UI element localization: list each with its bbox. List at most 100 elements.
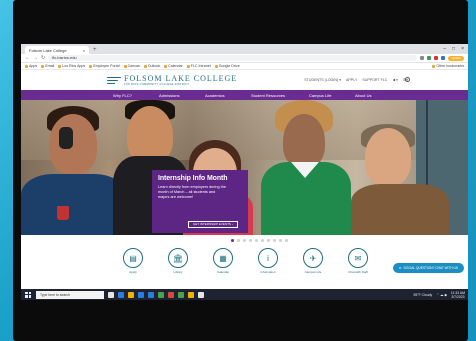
file-explorer-icon[interactable] — [128, 291, 134, 298]
support-link[interactable]: SUPPORT FLC — [362, 78, 387, 82]
student-photo — [21, 174, 126, 235]
carousel-dot[interactable] — [273, 238, 276, 242]
bookmark-icon — [143, 64, 147, 68]
taskbar-search-input[interactable]: Type here to search — [36, 290, 104, 299]
edge-icon[interactable] — [118, 291, 124, 298]
carousel-dot[interactable] — [267, 238, 270, 242]
bookmark-item[interactable]: Outlook — [143, 64, 161, 68]
bookmark-label: Apps — [29, 64, 38, 68]
student-photo — [351, 184, 449, 235]
address-bar-row: ← → ↻ flc.losrios.edu Update — [21, 54, 468, 63]
quick-link-campus-life[interactable]: ✈ Campus Life — [298, 248, 328, 274]
quick-link-library[interactable]: 🏛 Library — [163, 248, 193, 274]
nav-item-admissions[interactable]: Admissions — [159, 93, 205, 98]
quick-link-label: Campus Life — [304, 270, 322, 274]
headphones-image — [59, 127, 73, 149]
library-icon: 🏛 — [168, 248, 188, 268]
students-login-link[interactable]: STUDENTS (LOGIN) ▾ — [304, 78, 341, 82]
update-button[interactable]: Update — [448, 55, 464, 61]
campus-life-icon: ✈ — [303, 248, 323, 268]
carousel-dot[interactable] — [261, 238, 264, 242]
weather-status[interactable]: 55°F Cloudy — [413, 293, 432, 297]
quick-link-label: Calendar — [216, 270, 230, 274]
bookmark-item[interactable]: Apps — [25, 64, 37, 68]
other-bookmarks-label: Other bookmarks — [436, 64, 464, 68]
browser-tabbar: Folsom Lake College × + – □ × — [21, 44, 468, 54]
bookmark-label: FLC Intranet — [190, 64, 211, 68]
clock-date: 3/7/2023 — [451, 294, 465, 299]
url-input[interactable]: flc.losrios.edu — [48, 55, 418, 61]
new-tab-button[interactable]: + — [89, 46, 101, 54]
bookmark-icon — [123, 64, 127, 68]
excel-icon[interactable] — [178, 291, 184, 298]
college-logo[interactable]: FOLSOM LAKE COLLEGE LOS RIOS COMMUNITY C… — [107, 75, 237, 86]
carousel-dot[interactable] — [231, 238, 234, 242]
other-bookmarks[interactable]: Other bookmarks — [432, 64, 464, 68]
accessibility-menu[interactable]: ☻▾ — [392, 78, 398, 82]
close-window-button[interactable]: × — [461, 45, 464, 54]
bookmark-item[interactable]: Email — [41, 64, 54, 68]
maximize-button[interactable]: □ — [452, 45, 455, 54]
apply-link[interactable]: APPLY — [346, 78, 357, 82]
bookmark-item[interactable]: Canvas — [123, 64, 140, 68]
search-icon[interactable] — [405, 77, 410, 82]
nav-item-student-resources[interactable]: Student Resources — [251, 93, 309, 98]
extension-icon[interactable] — [420, 56, 425, 60]
bookmark-item[interactable]: Employee Portal — [89, 64, 120, 68]
quick-link-chat[interactable]: ✉ Chat with Staff — [343, 248, 373, 274]
quick-link-label: Information — [260, 270, 276, 274]
carousel-dot[interactable] — [237, 238, 240, 242]
minimize-button[interactable]: – — [443, 45, 446, 54]
bookmark-icon — [186, 64, 190, 68]
bookmark-label: Outlook — [147, 64, 161, 68]
nav-item-why-flc[interactable]: Why FLC? — [113, 93, 159, 98]
hero-body: Learn directly from employers during the… — [158, 185, 226, 199]
browser-tab[interactable]: Folsom Lake College × — [25, 46, 89, 54]
chrome-icon[interactable] — [158, 291, 164, 298]
carousel-dot[interactable] — [285, 238, 288, 242]
tab-title: Folsom Lake College — [29, 47, 67, 53]
quick-link-calendar[interactable]: ▦ Calendar — [208, 248, 238, 274]
bookmark-label: Email — [45, 64, 55, 68]
reload-icon[interactable]: ↻ — [41, 55, 45, 61]
app-icon[interactable] — [198, 291, 204, 298]
back-icon[interactable]: ← — [25, 55, 30, 61]
tray-icons[interactable]: ⌃ ☁ ◆ — [436, 293, 447, 297]
quick-link-information[interactable]: i Information — [253, 248, 283, 274]
extension-icon[interactable] — [427, 56, 432, 60]
mail-icon[interactable] — [148, 291, 154, 298]
chat-with-us-button[interactable]: ✉ SOCIAL QUESTION? CHAT WITH US — [392, 263, 464, 273]
nav-item-academics[interactable]: Academics — [205, 93, 251, 98]
carousel-dot[interactable] — [279, 238, 282, 242]
office-icon[interactable] — [168, 291, 174, 298]
extension-icon[interactable] — [434, 56, 439, 60]
student-photo — [49, 114, 97, 174]
store-icon[interactable] — [138, 291, 144, 298]
nav-item-campus-life[interactable]: Campus Life — [309, 93, 355, 98]
nav-item-about-us[interactable]: About Us — [355, 93, 401, 98]
main-nav: Why FLC? Admissions Academics Student Re… — [21, 90, 468, 100]
forward-icon[interactable]: → — [33, 55, 38, 61]
bookmark-item[interactable]: Calendar — [164, 64, 183, 68]
bookmark-item[interactable]: Google Drive — [214, 64, 240, 68]
bookmark-item[interactable]: FLC Intranet — [186, 64, 211, 68]
carousel-dot[interactable] — [243, 238, 246, 242]
carousel-dot[interactable] — [255, 238, 258, 242]
internship-events-button[interactable]: GET INTERNSHIP EVENTS › — [188, 221, 238, 228]
bookmark-item[interactable]: Los Rios Apps — [58, 64, 85, 68]
tab-close-icon[interactable]: × — [83, 48, 85, 53]
window-controls: – □ × — [443, 45, 468, 54]
bookmark-icon — [89, 64, 93, 68]
clock[interactable]: 11:33 AM 3/7/2023 — [451, 291, 465, 299]
quick-link-apply[interactable]: ▤ Apply — [118, 248, 148, 274]
task-view-icon[interactable] — [108, 291, 114, 298]
extension-icon[interactable] — [441, 56, 446, 60]
quick-link-label: Chat with Staff — [348, 270, 368, 274]
chat-button-label: SOCIAL QUESTION? CHAT WITH US — [403, 266, 459, 270]
cup-image — [57, 206, 69, 220]
chat-bubble-icon: ✉ — [398, 266, 402, 270]
bookmark-label: Canvas — [127, 64, 140, 68]
app-icon[interactable] — [188, 291, 194, 298]
carousel-dot[interactable] — [249, 238, 252, 242]
windows-start-icon[interactable] — [24, 291, 32, 299]
